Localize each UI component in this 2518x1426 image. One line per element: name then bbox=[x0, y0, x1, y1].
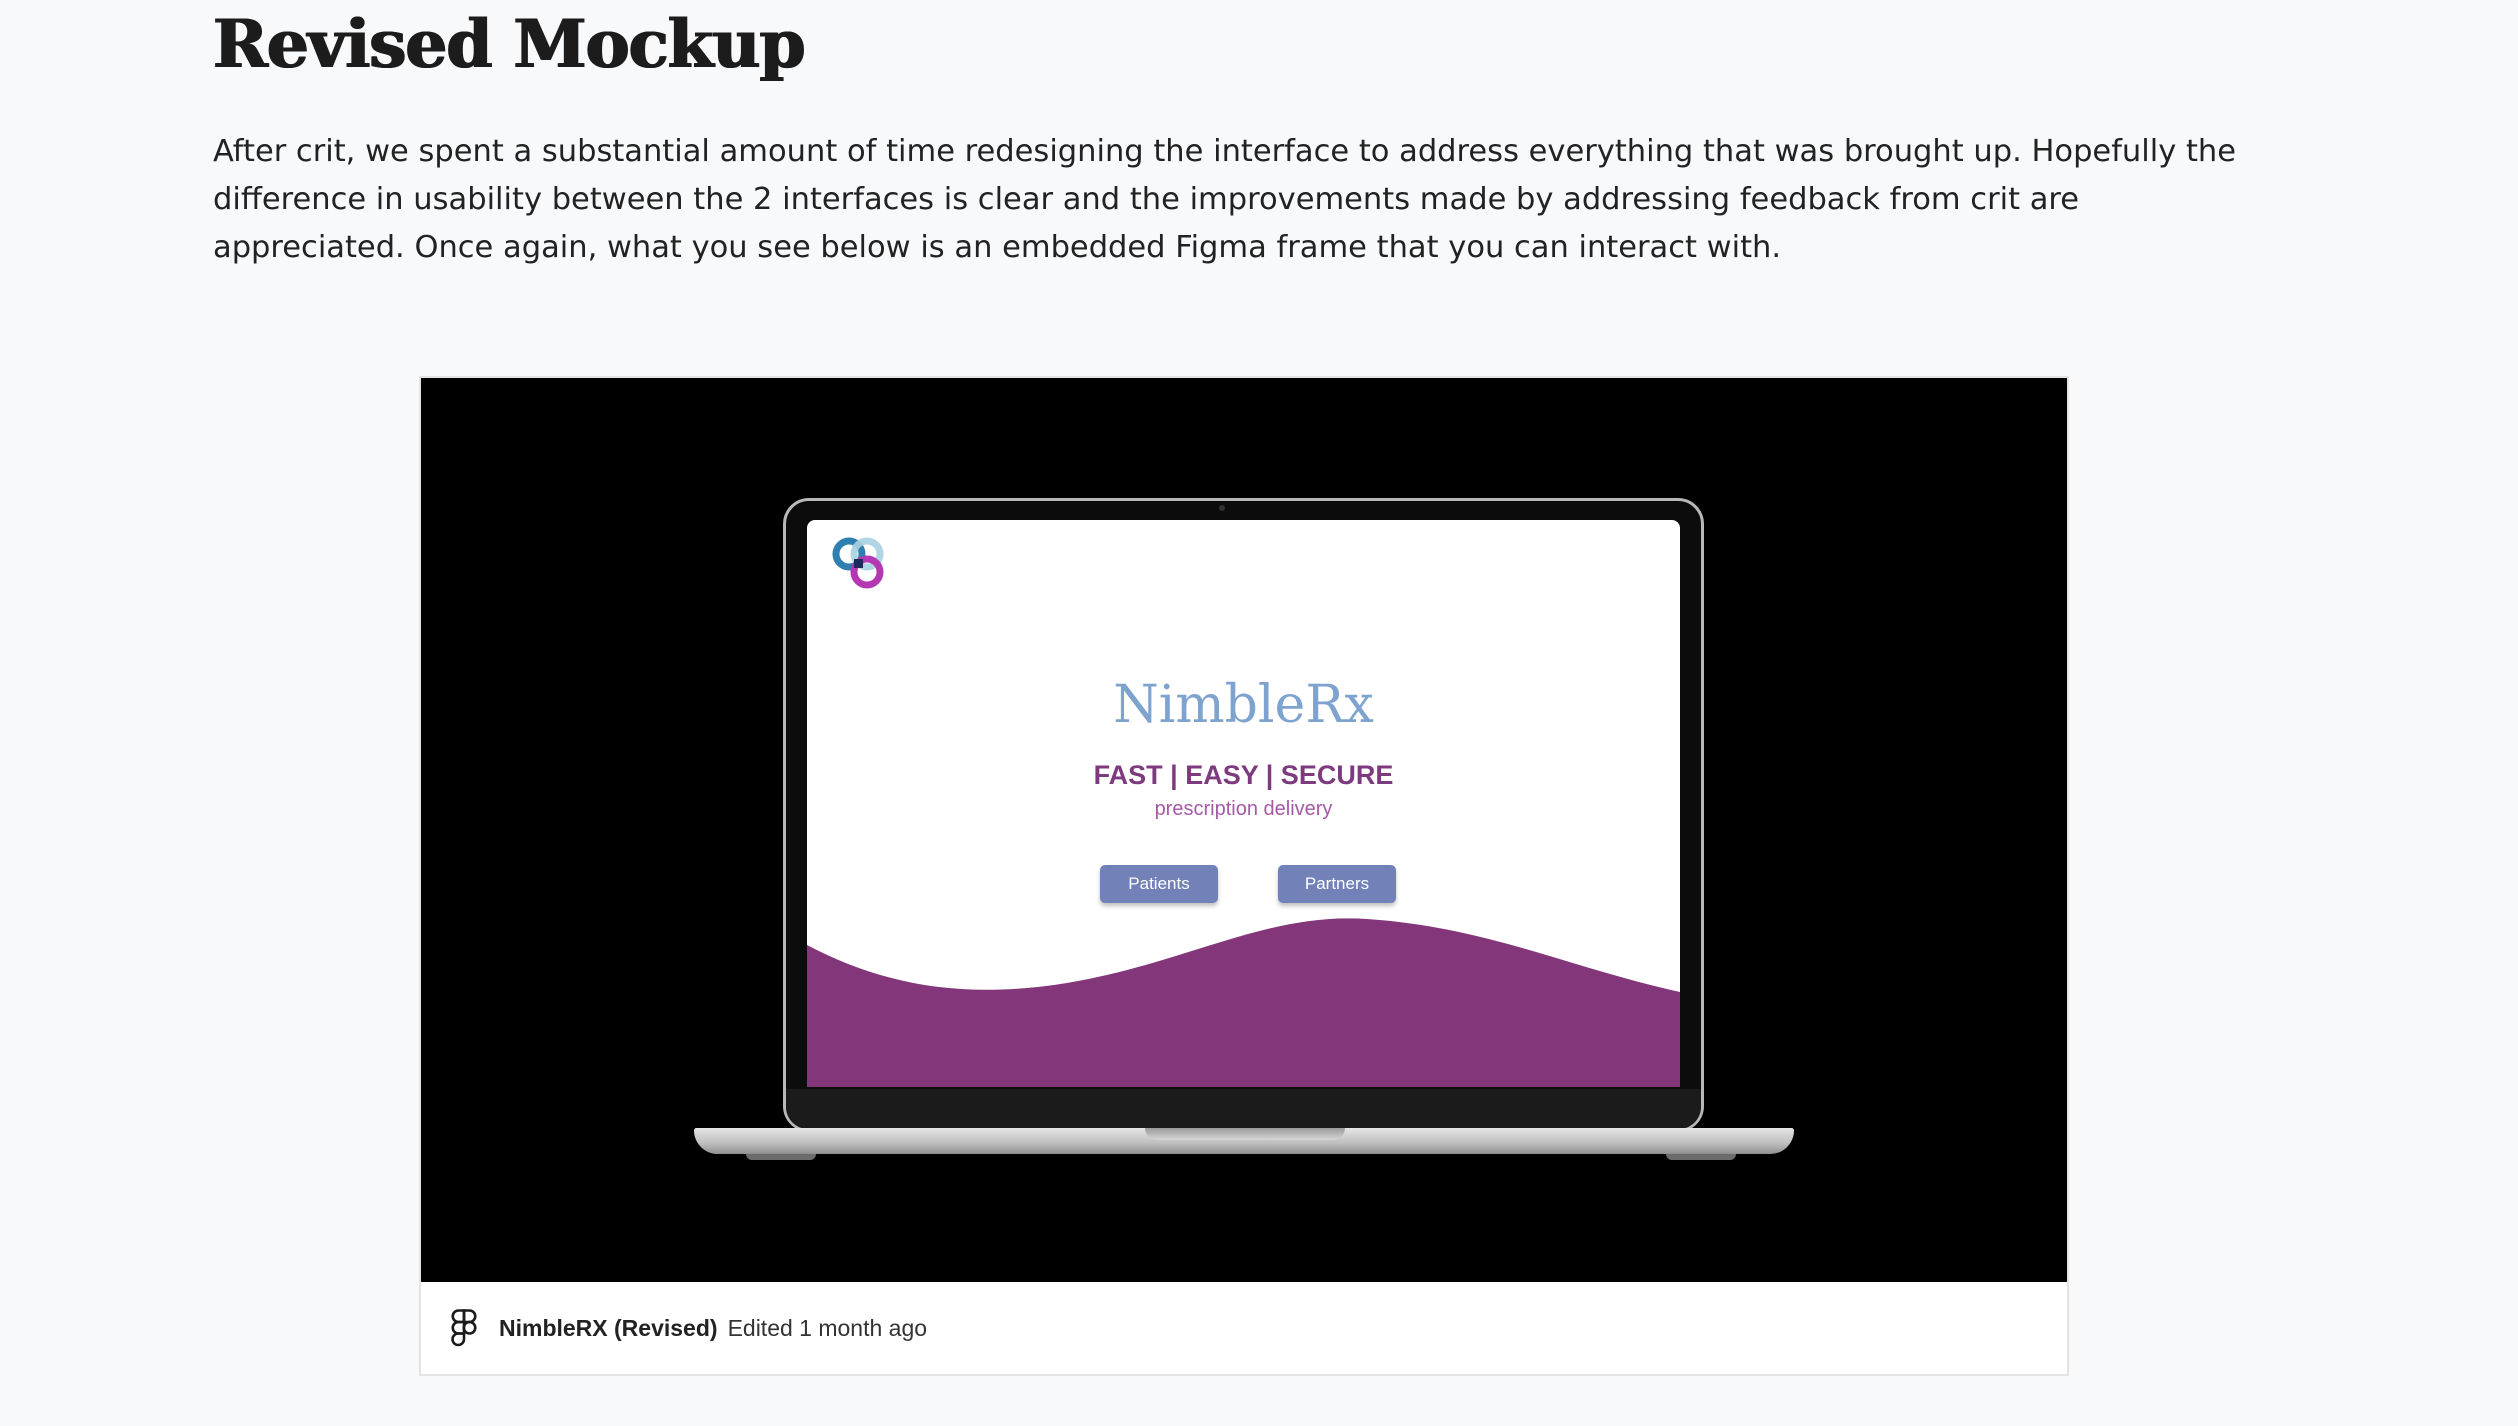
embed-footer: NimbleRX (Revised) Edited 1 month ago bbox=[421, 1282, 2067, 1374]
laptop-screen[interactable]: NimbleRx FAST | EASY | SECURE prescripti… bbox=[807, 520, 1680, 1087]
laptop-frame: NimbleRx FAST | EASY | SECURE prescripti… bbox=[783, 498, 1704, 1132]
edited-timestamp: Edited 1 month ago bbox=[727, 1314, 928, 1341]
figma-embed[interactable]: NimbleRx FAST | EASY | SECURE prescripti… bbox=[419, 376, 2069, 1376]
nimblerx-logo-icon bbox=[832, 537, 884, 589]
patients-button[interactable]: Patients bbox=[1100, 865, 1218, 903]
mockup-subtitle: prescription delivery bbox=[1154, 798, 1333, 820]
mockup-brand-name: NimbleRx bbox=[1113, 675, 1374, 735]
laptop-chin bbox=[786, 1089, 1701, 1129]
embed-canvas[interactable]: NimbleRx FAST | EASY | SECURE prescripti… bbox=[421, 378, 2067, 1282]
laptop-foot-left bbox=[746, 1154, 816, 1160]
mockup-wave-shape bbox=[807, 918, 1680, 1087]
mockup-tagline: FAST | EASY | SECURE bbox=[1093, 760, 1394, 790]
laptop-base-groove bbox=[1145, 1128, 1345, 1140]
laptop-notch bbox=[1168, 501, 1276, 519]
figma-file-name[interactable]: NimbleRX (Revised) bbox=[499, 1315, 718, 1342]
laptop-base bbox=[694, 1128, 1794, 1154]
figma-icon[interactable] bbox=[451, 1309, 477, 1347]
laptop-foot-right bbox=[1666, 1154, 1736, 1160]
intro-paragraph: After crit, we spent a substantial amoun… bbox=[213, 134, 2237, 265]
partners-button[interactable]: Partners bbox=[1278, 865, 1396, 903]
page-title: Revised Mockup bbox=[213, 5, 806, 83]
